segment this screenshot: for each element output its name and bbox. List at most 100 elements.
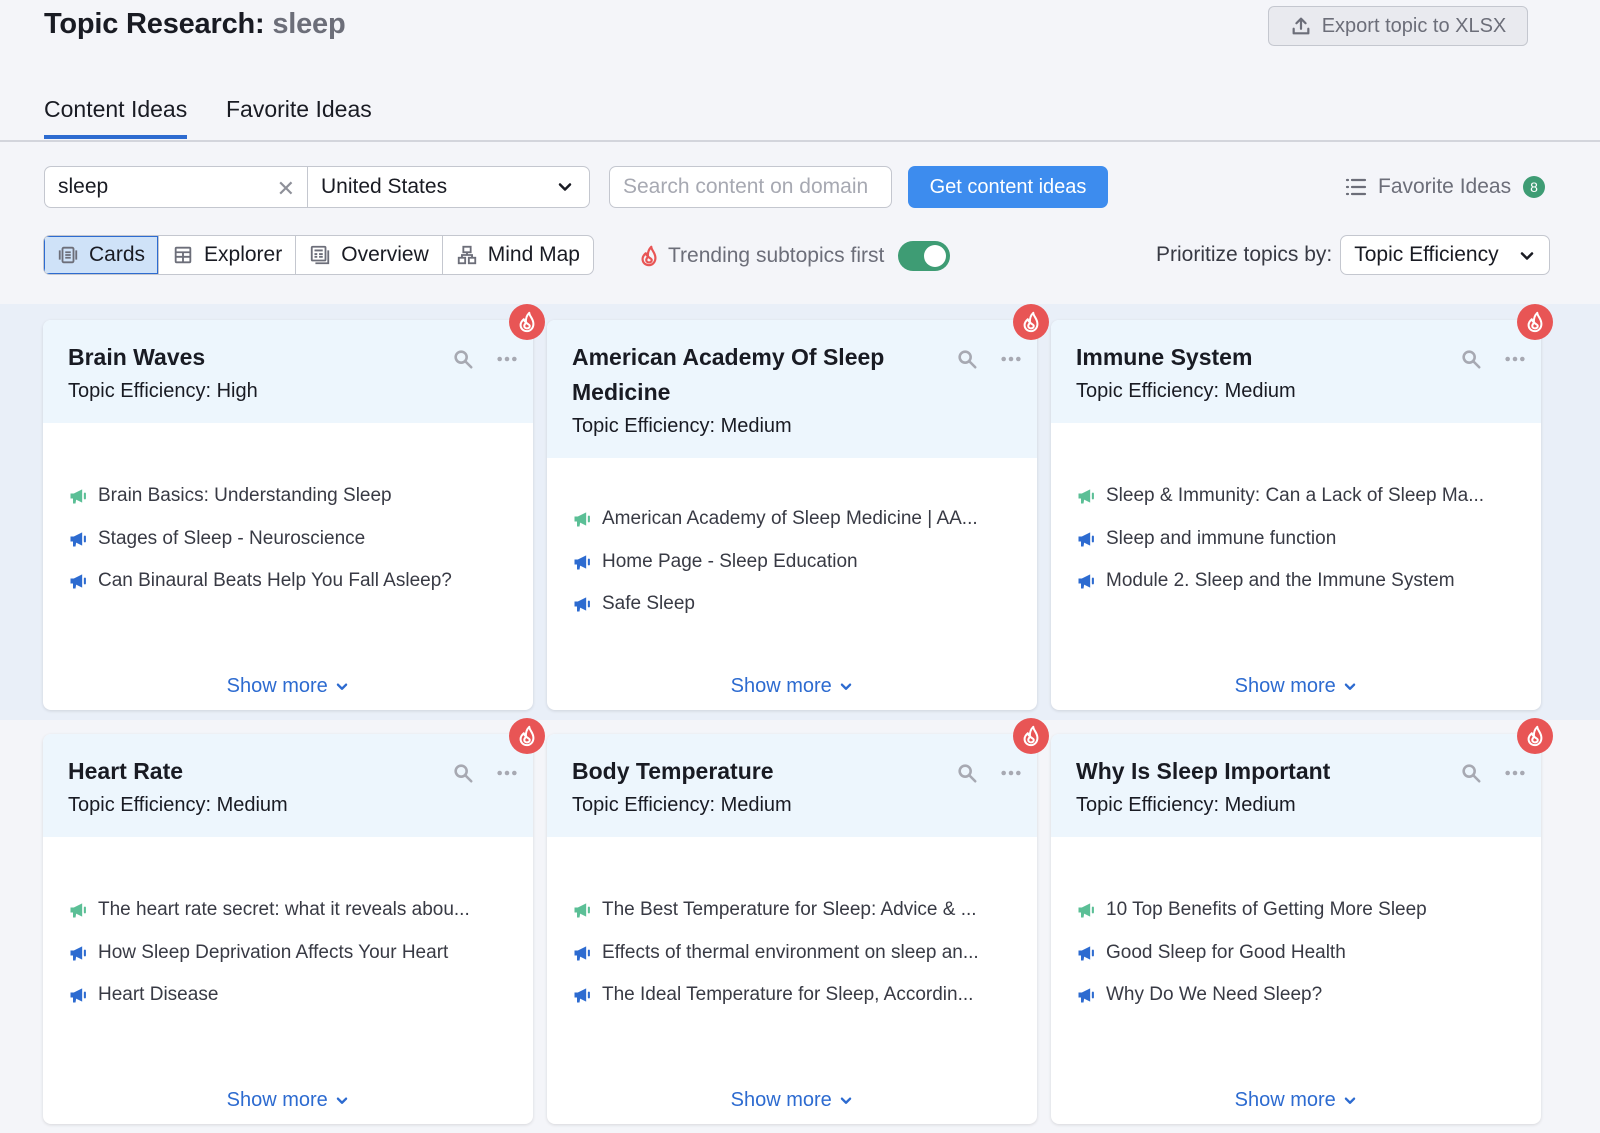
show-more-button[interactable]: Show more [547,675,1037,698]
chevron-down-icon [1345,683,1356,690]
headline-item[interactable]: The Best Temperature for Sleep: Advice &… [572,889,1012,932]
headline-text: Can Binaural Beats Help You Fall Asleep? [98,570,452,592]
headline-list: 10 Top Benefits of Getting More Sleep Goo… [1051,837,1541,1017]
prioritize-select[interactable]: Topic Efficiency [1340,235,1551,275]
megaphone-icon [1078,988,1094,1003]
country-select[interactable]: United States [308,167,589,207]
search-icon[interactable] [1460,762,1482,784]
domain-placeholder: Search content on domain [623,175,869,198]
chevron-down-icon [841,683,852,690]
headline-item[interactable]: American Academy of Sleep Medicine | AA.… [572,498,1012,541]
fire-icon [1527,725,1543,747]
headline-item[interactable]: How Sleep Deprivation Affects Your Heart [68,932,508,975]
view-explorer[interactable]: Explorer [159,236,297,274]
prioritize-value: Topic Efficiency [1354,243,1499,266]
tab-content-ideas[interactable]: Content Ideas [44,96,188,139]
headline-text: Effects of thermal environment on sleep … [602,941,979,963]
fire-icon [1023,311,1039,333]
view-switcher: Cards Explorer Overview Mind Map [43,235,594,275]
megaphone-icon [1078,489,1094,504]
get-content-ideas-button[interactable]: Get content ideas [908,166,1108,208]
trending-badge [1517,718,1553,754]
show-more-label: Show more [226,1089,328,1111]
card-actions [1460,762,1526,784]
card-header: Body Temperature Topic Efficiency: Mediu… [547,718,1049,837]
export-label: Export topic to XLSX [1321,14,1507,37]
show-more-button[interactable]: Show more [1051,1089,1541,1112]
clear-icon[interactable]: ✕ [277,176,295,202]
topic-card-6: Why Is Sleep Important Topic Efficiency:… [1051,718,1553,1124]
card-title[interactable]: Brain Waves [68,340,508,375]
more-options-icon[interactable] [1504,348,1526,370]
headline-item[interactable]: The heart rate secret: what it reveals a… [68,889,508,932]
export-xlsx-button[interactable]: Export topic to XLSX [1268,6,1528,46]
headline-item[interactable]: Stages of Sleep - Neuroscience [68,518,508,561]
more-options-icon[interactable] [1000,762,1022,784]
megaphone-icon [1078,946,1094,961]
search-icon[interactable] [1460,348,1482,370]
favorite-ideas-link[interactable]: Favorite Ideas 8 [1344,171,1546,203]
card-title[interactable]: American Academy Of Sleep Medicine [572,340,1012,410]
search-icon[interactable] [956,762,978,784]
domain-search-input[interactable]: Search content on domain [609,166,892,208]
topic-card-2: American Academy Of Sleep Medicine Topic… [547,304,1049,710]
headline-item[interactable]: Why Do We Need Sleep? [1076,974,1516,1017]
headline-text: American Academy of Sleep Medicine | AA.… [602,508,978,530]
headline-text: How Sleep Deprivation Affects Your Heart [98,941,449,963]
trending-badge [1013,304,1049,340]
headline-item[interactable]: Can Binaural Beats Help You Fall Asleep? [68,560,508,603]
show-more-button[interactable]: Show more [43,1089,533,1112]
view-mind-map[interactable]: Mind Map [443,236,593,274]
chevron-down-icon [337,1097,348,1104]
card-title[interactable]: Body Temperature [572,754,1012,789]
headline-item[interactable]: Home Page - Sleep Education [572,541,1012,584]
search-icon[interactable] [452,762,474,784]
mind-map-icon [457,245,476,265]
headline-item[interactable]: Heart Disease [68,974,508,1017]
topic-card-1: Brain Waves Topic Efficiency: High Brain… [43,304,545,710]
headline-item[interactable]: Module 2. Sleep and the Immune System [1076,560,1516,603]
headline-item[interactable]: Sleep & Immunity: Can a Lack of Sleep Ma… [1076,475,1516,518]
keyword-input[interactable]: sleep ✕ [45,167,308,207]
show-more-button[interactable]: Show more [1051,675,1541,698]
headline-text: Safe Sleep [602,593,695,615]
card-title[interactable]: Immune System [1076,340,1516,375]
keyword-value: sleep [58,175,109,198]
trending-toggle[interactable] [898,241,951,271]
headline-item[interactable]: Brain Basics: Understanding Sleep [68,475,508,518]
headline-text: The heart rate secret: what it reveals a… [98,899,470,921]
view-overview-label: Overview [341,243,429,266]
headline-item[interactable]: Effects of thermal environment on sleep … [572,932,1012,975]
headline-item[interactable]: Good Sleep for Good Health [1076,932,1516,975]
tab-favorite-ideas[interactable]: Favorite Ideas [226,96,372,135]
more-options-icon[interactable] [1504,762,1526,784]
card-actions [452,348,518,370]
card-header: Brain Waves Topic Efficiency: High [43,304,545,423]
headline-list: Sleep & Immunity: Can a Lack of Sleep Ma… [1051,423,1541,603]
show-more-button[interactable]: Show more [547,1089,1037,1112]
search-icon[interactable] [452,348,474,370]
more-options-icon[interactable] [496,762,518,784]
view-cards[interactable]: Cards [44,236,160,274]
view-cards-label: Cards [89,243,146,266]
card-title[interactable]: Heart Rate [68,754,508,789]
megaphone-icon [70,574,86,589]
search-icon[interactable] [956,348,978,370]
page-title-prefix: Topic Research: [44,8,265,40]
card-header: Why Is Sleep Important Topic Efficiency:… [1051,718,1553,837]
headline-item[interactable]: The Ideal Temperature for Sleep, Accordi… [572,974,1012,1017]
headline-item[interactable]: Sleep and immune function [1076,518,1516,561]
headline-list: American Academy of Sleep Medicine | AA.… [547,458,1037,626]
card-efficiency: Topic Efficiency: Medium [572,794,792,816]
headline-item[interactable]: 10 Top Benefits of Getting More Sleep [1076,889,1516,932]
headline-text: Brain Basics: Understanding Sleep [98,485,392,507]
card-title[interactable]: Why Is Sleep Important [1076,754,1516,789]
headline-item[interactable]: Safe Sleep [572,583,1012,626]
more-options-icon[interactable] [1000,348,1022,370]
more-options-icon[interactable] [496,348,518,370]
megaphone-icon [70,489,86,504]
view-overview[interactable]: Overview [296,236,443,274]
show-more-button[interactable]: Show more [43,675,533,698]
show-more-label: Show more [730,675,832,697]
headline-text: Module 2. Sleep and the Immune System [1106,570,1455,592]
